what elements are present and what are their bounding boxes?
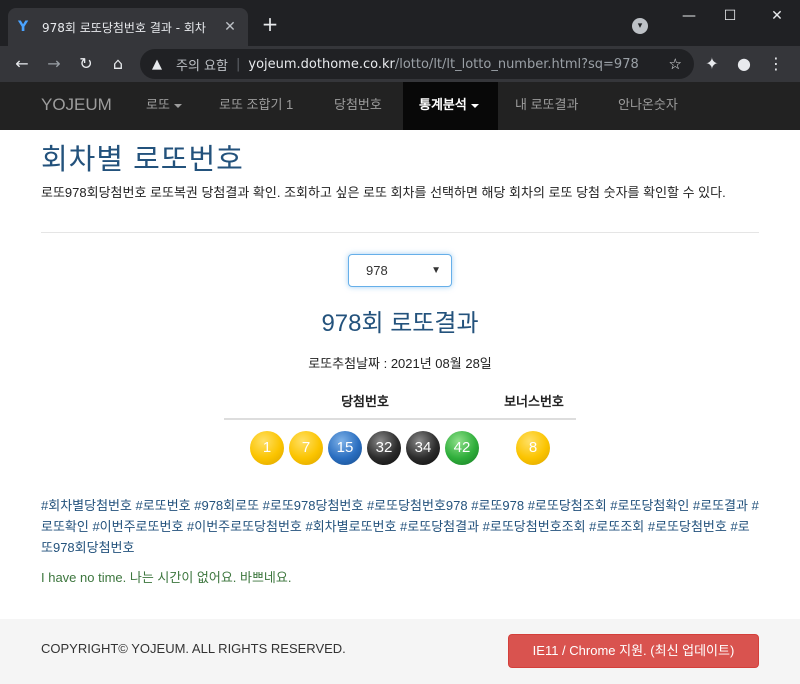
lotto-ball: 7: [289, 431, 323, 465]
browser-tab[interactable]: Y 978회 로또당첨번호 결과 - 회차 ✕: [8, 8, 248, 46]
nav-item-label: 안나온숫자: [618, 97, 678, 112]
table-header-divider: [224, 418, 576, 420]
page-description: 로또978회당첨번호 로또복권 당첨결과 확인. 조회하고 싶은 로또 회차를 …: [41, 185, 726, 200]
nav-item-combinator[interactable]: 로또 조합기 1: [203, 82, 309, 130]
warning-icon: ▲: [152, 56, 162, 72]
nav-item-statistics[interactable]: 통계분석: [403, 82, 498, 130]
hashtag-links[interactable]: #회차별당첨번호 #로또번호 #978회로또 #로또978당첨번호 #로또당첨번…: [41, 495, 761, 558]
lotto-ball: 15: [328, 431, 362, 465]
browser-toolbar: ← → ↻ ⌂ ▲ 주의 요함 | yojeum.dothome.co.kr /…: [0, 46, 800, 82]
back-icon[interactable]: ←: [10, 52, 34, 76]
nav-item-my-results[interactable]: 내 로또결과: [499, 82, 594, 130]
nav-item-winning-numbers[interactable]: 당첨번호: [318, 82, 398, 130]
site-navbar: YOJEUM 로또 로또 조합기 1 당첨번호 통계분석 내 로또결과 안나온숫…: [0, 82, 800, 130]
lotto-ball: 34: [406, 431, 440, 465]
url-separator: |: [235, 56, 241, 72]
nav-item-label: 당첨번호: [334, 97, 382, 112]
nav-item-label: 내 로또결과: [515, 97, 579, 112]
home-icon[interactable]: ⌂: [106, 52, 130, 76]
maximize-icon[interactable]: ☐: [715, 6, 745, 26]
tab-search-icon[interactable]: ▾: [632, 18, 648, 34]
nav-item-label: 로또: [146, 97, 170, 112]
address-bar[interactable]: ▲ 주의 요함 | yojeum.dothome.co.kr /lotto/lt…: [140, 49, 694, 79]
lotto-ball: 1: [250, 431, 284, 465]
divider: [41, 232, 759, 233]
footer: COPYRIGHT© YOJEUM. ALL RIGHTS RESERVED. …: [0, 619, 800, 684]
site-brand[interactable]: YOJEUM: [41, 82, 112, 128]
caret-down-icon: [173, 103, 182, 108]
lotto-ball: 42: [445, 431, 479, 465]
url-host: yojeum.dothome.co.kr: [248, 56, 395, 72]
browser-tab-bar: Y 978회 로또당첨번호 결과 - 회차 ✕ + ▾ — ☐ ✕: [0, 0, 800, 46]
lotto-ball: 32: [367, 431, 401, 465]
round-select[interactable]: 978 ▼: [348, 254, 452, 287]
minimize-icon[interactable]: —: [674, 6, 704, 26]
nav-item-label: 로또 조합기 1: [219, 97, 294, 112]
profile-icon[interactable]: ●: [732, 52, 756, 76]
winning-numbers-header: 당첨번호: [341, 394, 389, 409]
chevron-down-icon: ▼: [431, 265, 441, 276]
note-text: I have no time. 나는 시간이 없어요. 바쁘네요.: [41, 570, 292, 585]
security-label: 주의 요함: [176, 58, 228, 74]
browser-support-button[interactable]: IE11 / Chrome 지원. (최신 업데이트): [508, 634, 759, 668]
window-close-icon[interactable]: ✕: [762, 6, 792, 26]
tab-close-icon[interactable]: ✕: [222, 19, 238, 35]
url-path: /lotto/lt/lt_lotto_number.html?sq=978: [394, 56, 639, 72]
page-title: 회차별 로또번호: [41, 144, 244, 176]
nav-item-missing-numbers[interactable]: 안나온숫자: [602, 82, 694, 130]
draw-date: 로또추첨날짜 : 2021년 08월 28일: [308, 356, 492, 371]
menu-icon[interactable]: ⋮: [764, 52, 788, 76]
bonus-ball: 8: [516, 431, 550, 465]
bookmark-star-icon[interactable]: ☆: [669, 55, 682, 73]
tab-title: 978회 로또당첨번호 결과 - 회차: [42, 20, 206, 35]
extensions-icon[interactable]: ✦: [700, 52, 724, 76]
new-tab-icon[interactable]: +: [258, 13, 282, 37]
result-title: 978회 로또결과: [321, 310, 479, 337]
round-select-value: 978: [366, 263, 388, 278]
forward-icon[interactable]: →: [42, 52, 66, 76]
nav-item-lotto[interactable]: 로또: [130, 82, 198, 130]
bonus-number-header: 보너스번호: [504, 394, 564, 409]
caret-down-icon: [470, 103, 479, 108]
nav-item-label: 통계분석: [419, 97, 467, 112]
reload-icon[interactable]: ↻: [74, 52, 98, 76]
favicon-icon: Y: [18, 19, 29, 35]
copyright-text: COPYRIGHT© YOJEUM. ALL RIGHTS RESERVED.: [41, 641, 346, 656]
